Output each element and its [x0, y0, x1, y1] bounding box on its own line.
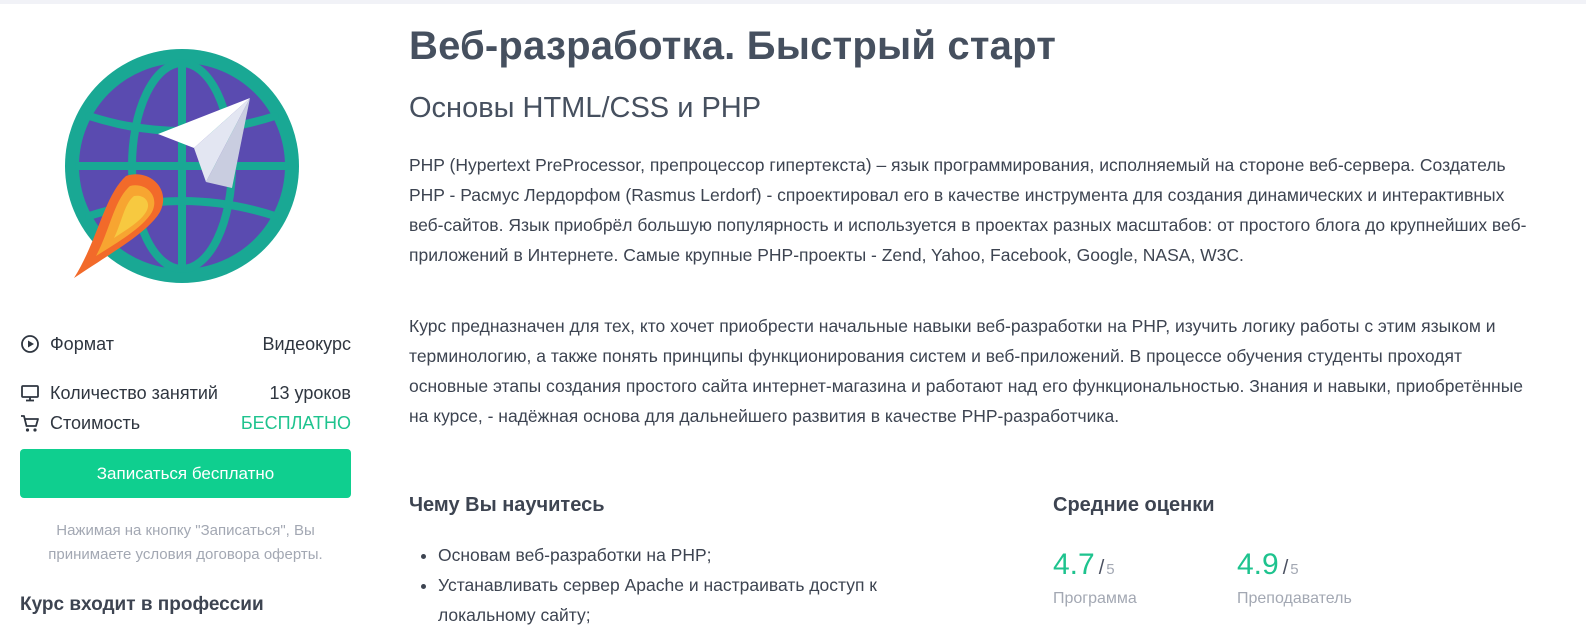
- description-paragraph: Курс предназначен для тех, кто хочет при…: [409, 316, 1524, 426]
- ratings-heading: Средние оценки: [1053, 494, 1215, 516]
- meta-format: Формат Видеокурс: [20, 332, 351, 356]
- enroll-button[interactable]: Записаться бесплатно: [20, 449, 351, 498]
- meta-price-value: БЕСПЛАТНО: [240, 412, 351, 433]
- meta-format-label: Формат: [50, 333, 114, 354]
- meta-price-label: Стоимость: [50, 412, 141, 433]
- offer-note: Нажимая на кнопку "Записаться", Вы прини…: [48, 522, 323, 563]
- learn-list: Основам веб-разработки на PHP; Устанавли…: [409, 540, 968, 630]
- course-logo: [56, 36, 316, 296]
- rating-score: 4.9: [1237, 548, 1279, 581]
- globe-rocket-icon: [65, 49, 299, 283]
- rating-label: Преподаватель: [1237, 590, 1352, 607]
- rating-program: 4.7/5 Программа: [1053, 548, 1223, 608]
- cart-icon: [20, 413, 40, 433]
- rating-max: 5: [1106, 561, 1115, 578]
- monitor-icon: [20, 383, 40, 403]
- rating-separator: /: [1098, 557, 1105, 579]
- meta-lessons: Количество занятий 13 уроков: [20, 381, 351, 405]
- meta-lessons-label: Количество занятий: [50, 382, 218, 403]
- meta-price: Стоимость БЕСПЛАТНО: [20, 411, 351, 435]
- top-border: [0, 0, 1586, 4]
- rating-separator: /: [1282, 557, 1289, 579]
- list-item: Устанавливать сервер Apache и настраиват…: [438, 570, 968, 630]
- page-subtitle: Основы HTML/CSS и PHP: [409, 92, 762, 124]
- rating-label: Программа: [1053, 590, 1137, 607]
- page-title: Веб-разработка. Быстрый старт: [409, 24, 1057, 68]
- learn-heading: Чему Вы научитесь: [409, 494, 605, 516]
- rating-max: 5: [1290, 561, 1299, 578]
- description-paragraph: PHP (Hypertext PreProcessor, препроцессо…: [409, 155, 1527, 265]
- meta-format-value: Видеокурс: [262, 333, 351, 354]
- professions-heading: Курс входит в профессии: [20, 594, 264, 615]
- rating-score: 4.7: [1053, 548, 1095, 581]
- meta-lessons-value: 13 уроков: [269, 382, 352, 403]
- play-circle-icon: [20, 334, 40, 354]
- rating-teacher: 4.9/5 Преподаватель: [1237, 548, 1407, 608]
- list-item: Основам веб-разработки на PHP;: [438, 540, 968, 570]
